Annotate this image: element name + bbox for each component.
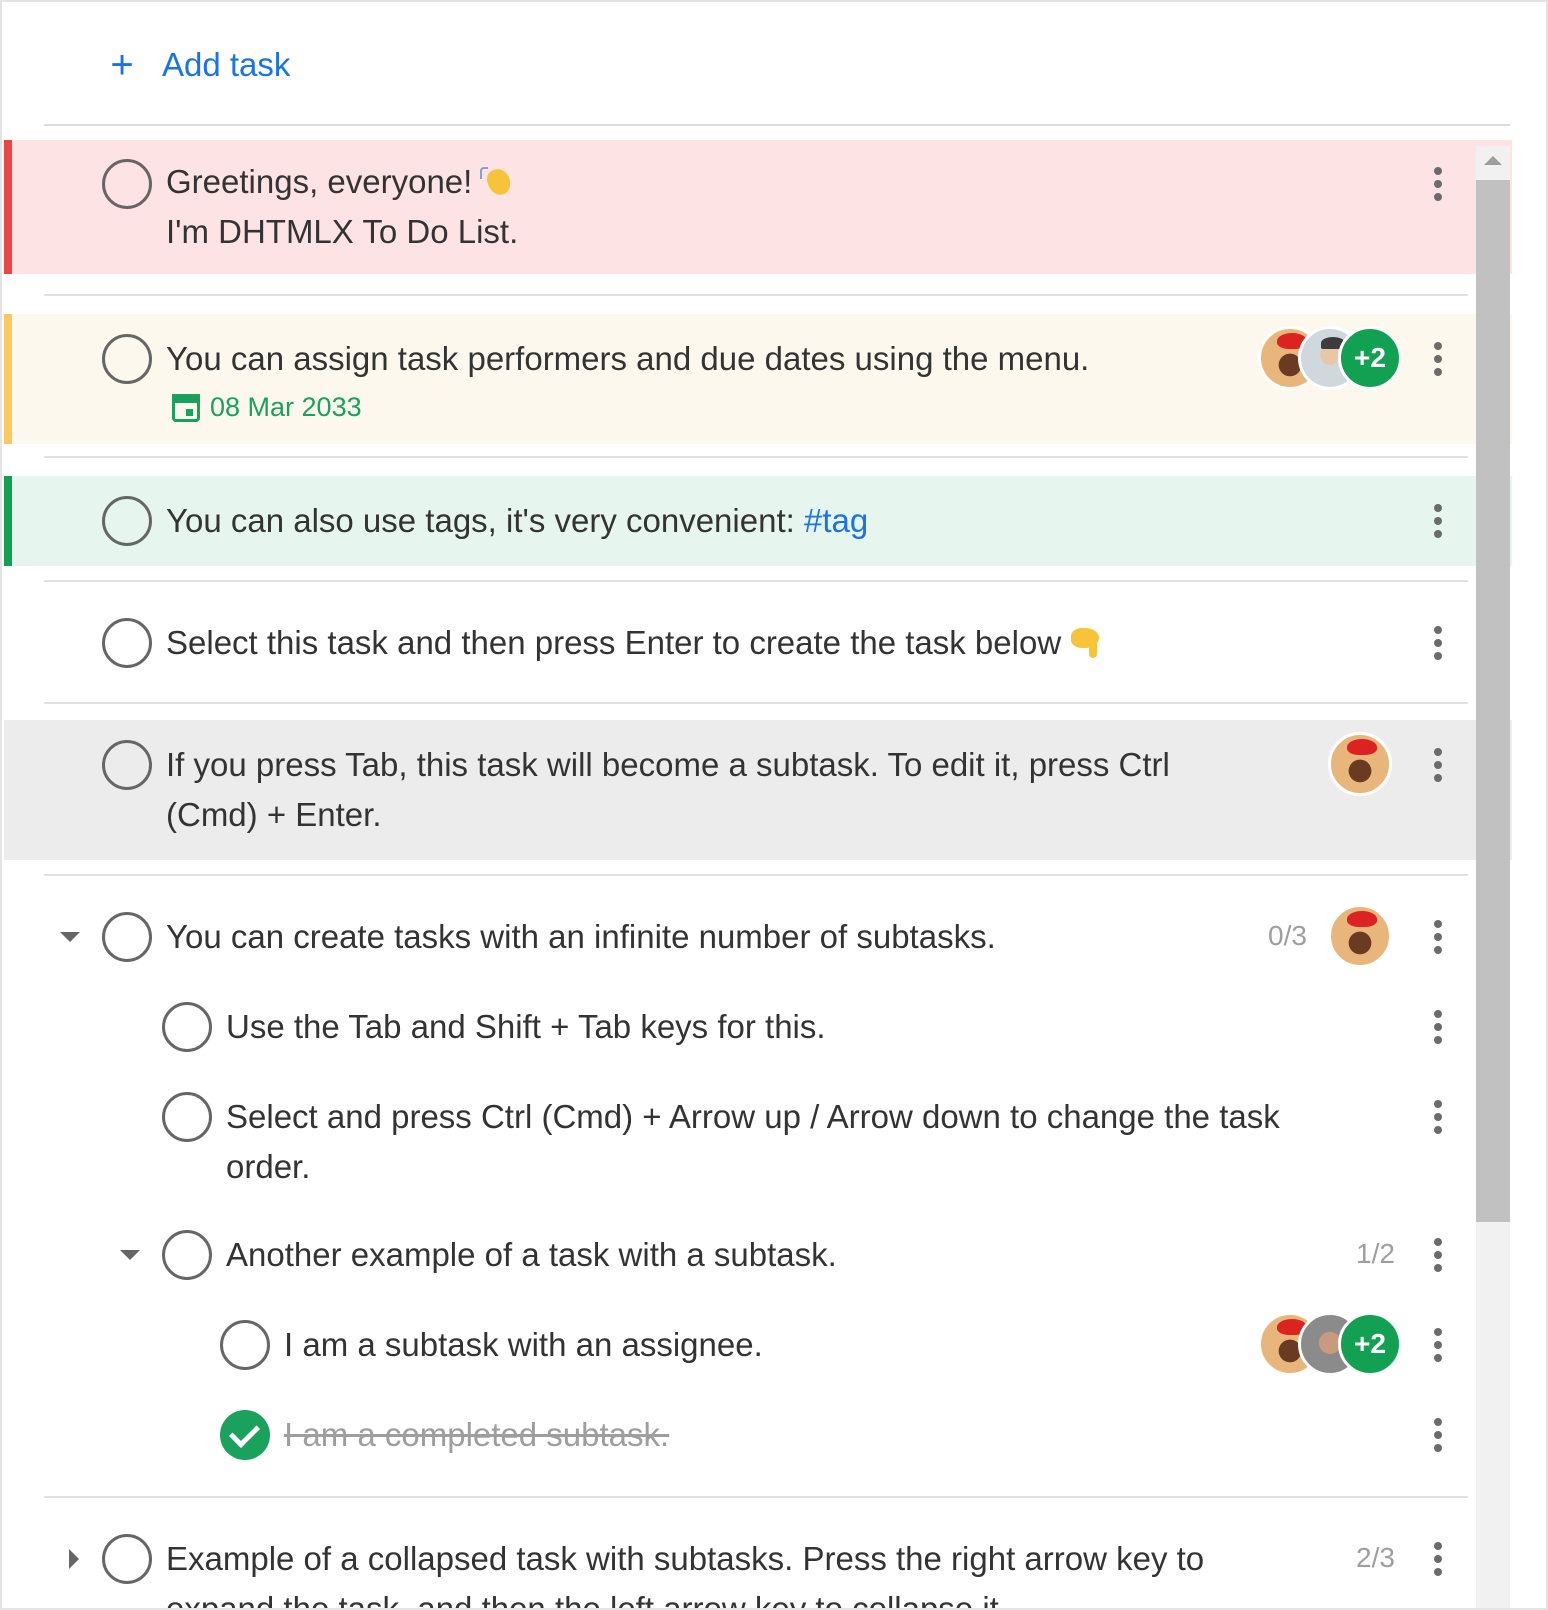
avatar bbox=[1328, 904, 1392, 968]
subtask-row[interactable]: Another example of a task with a subtask… bbox=[4, 1210, 1512, 1300]
assignees[interactable]: +2 bbox=[1258, 1312, 1406, 1376]
assignees[interactable] bbox=[1328, 904, 1398, 968]
task-menu-button[interactable] bbox=[1426, 501, 1450, 541]
task-checkbox[interactable] bbox=[102, 1534, 152, 1584]
subtask-row[interactable]: Select and press Ctrl (Cmd) + Arrow up /… bbox=[4, 1072, 1512, 1210]
due-date-text: 08 Mar 2033 bbox=[210, 392, 362, 422]
task-divider bbox=[44, 1496, 1468, 1498]
due-date[interactable]: 08 Mar 2033 bbox=[172, 392, 362, 423]
task-menu-button[interactable] bbox=[1426, 1415, 1450, 1455]
task-menu-button[interactable] bbox=[1426, 917, 1450, 957]
task-text: Use the Tab and Shift + Tab keys for thi… bbox=[226, 1008, 826, 1045]
expand-caret-icon[interactable] bbox=[62, 1547, 86, 1571]
assignees[interactable] bbox=[1328, 732, 1398, 796]
task-text: Example of a collapsed task with subtask… bbox=[166, 1540, 1205, 1610]
task-checkbox-checked[interactable] bbox=[220, 1410, 270, 1460]
task-divider bbox=[44, 294, 1468, 296]
priority-bar bbox=[4, 476, 12, 566]
task-menu-button[interactable] bbox=[1426, 1235, 1450, 1275]
task-text: I am a completed subtask. bbox=[284, 1416, 670, 1453]
priority-bar bbox=[4, 314, 12, 444]
collapse-caret-icon[interactable] bbox=[58, 925, 82, 949]
subtask-row-completed[interactable]: I am a completed subtask. bbox=[4, 1390, 1512, 1480]
task-menu-button[interactable] bbox=[1426, 745, 1450, 785]
waving-hand-icon bbox=[480, 165, 514, 197]
task-checkbox[interactable] bbox=[102, 740, 152, 790]
assignees[interactable]: +2 bbox=[1258, 326, 1406, 390]
task-menu-button[interactable] bbox=[1426, 1097, 1450, 1137]
avatar bbox=[1328, 732, 1392, 796]
task-row[interactable]: You can also use tags, it's very conveni… bbox=[4, 476, 1512, 566]
avatar-more-badge: +2 bbox=[1338, 1312, 1402, 1376]
task-text: You can create tasks with an infinite nu… bbox=[166, 918, 996, 955]
task-divider bbox=[44, 580, 1468, 582]
pointing-down-icon bbox=[1069, 626, 1105, 660]
task-divider bbox=[44, 456, 1468, 458]
task-list: Greetings, everyone! I'm DHTMLX To Do Li… bbox=[2, 2, 1512, 1610]
task-row[interactable]: Example of a collapsed task with subtask… bbox=[4, 1514, 1512, 1610]
task-row[interactable]: You can create tasks with an infinite nu… bbox=[4, 892, 1512, 982]
collapse-caret-icon[interactable] bbox=[118, 1243, 142, 1267]
task-menu-button[interactable] bbox=[1426, 1007, 1450, 1047]
task-divider bbox=[44, 874, 1468, 876]
task-text: I am a subtask with an assignee. bbox=[284, 1326, 763, 1363]
task-divider bbox=[44, 702, 1468, 704]
task-checkbox[interactable] bbox=[162, 1002, 212, 1052]
subtask-counter: 2/3 bbox=[1356, 1542, 1395, 1573]
todo-list-window: + Add task Greetings, everyone! I'm DHTM… bbox=[0, 0, 1548, 1610]
subtask-counter: 0/3 bbox=[1268, 920, 1307, 951]
task-text: Greetings, everyone! I'm DHTMLX To Do Li… bbox=[166, 163, 519, 250]
subtask-row[interactable]: I am a subtask with an assignee. +2 bbox=[4, 1300, 1512, 1390]
calendar-icon bbox=[172, 393, 200, 422]
task-checkbox[interactable] bbox=[220, 1320, 270, 1370]
task-checkbox[interactable] bbox=[162, 1092, 212, 1142]
task-text: You can also use tags, it's very conveni… bbox=[166, 502, 869, 539]
task-text: If you press Tab, this task will become … bbox=[166, 746, 1170, 833]
task-text: Select this task and then press Enter to… bbox=[166, 618, 1105, 668]
scrollbar-thumb[interactable] bbox=[1476, 180, 1510, 1222]
avatar-more-badge: +2 bbox=[1338, 326, 1402, 390]
task-checkbox[interactable] bbox=[102, 159, 152, 209]
task-checkbox[interactable] bbox=[102, 618, 152, 668]
task-text: You can assign task performers and due d… bbox=[166, 340, 1090, 377]
task-menu-button[interactable] bbox=[1426, 339, 1450, 379]
task-menu-button[interactable] bbox=[1426, 1539, 1450, 1579]
subtask-row[interactable]: Use the Tab and Shift + Tab keys for thi… bbox=[4, 982, 1512, 1072]
task-checkbox[interactable] bbox=[162, 1230, 212, 1280]
task-menu-button[interactable] bbox=[1426, 1325, 1450, 1365]
task-text: Select and press Ctrl (Cmd) + Arrow up /… bbox=[226, 1098, 1280, 1185]
scroll-up-arrow-icon[interactable] bbox=[1484, 156, 1502, 165]
task-text: Another example of a task with a subtask… bbox=[226, 1236, 837, 1273]
task-row[interactable]: Greetings, everyone! I'm DHTMLX To Do Li… bbox=[4, 140, 1512, 274]
task-row[interactable]: Select this task and then press Enter to… bbox=[4, 600, 1512, 686]
task-menu-button[interactable] bbox=[1426, 623, 1450, 663]
task-checkbox[interactable] bbox=[102, 334, 152, 384]
vertical-scrollbar[interactable] bbox=[1476, 146, 1510, 1608]
tag-link[interactable]: #tag bbox=[804, 502, 868, 539]
task-menu-button[interactable] bbox=[1426, 164, 1450, 204]
task-row[interactable]: You can assign task performers and due d… bbox=[4, 314, 1512, 444]
task-checkbox[interactable] bbox=[102, 496, 152, 546]
task-row-selected[interactable]: If you press Tab, this task will become … bbox=[4, 720, 1512, 860]
subtask-counter: 1/2 bbox=[1356, 1238, 1395, 1269]
priority-bar bbox=[4, 140, 12, 274]
task-checkbox[interactable] bbox=[102, 912, 152, 962]
